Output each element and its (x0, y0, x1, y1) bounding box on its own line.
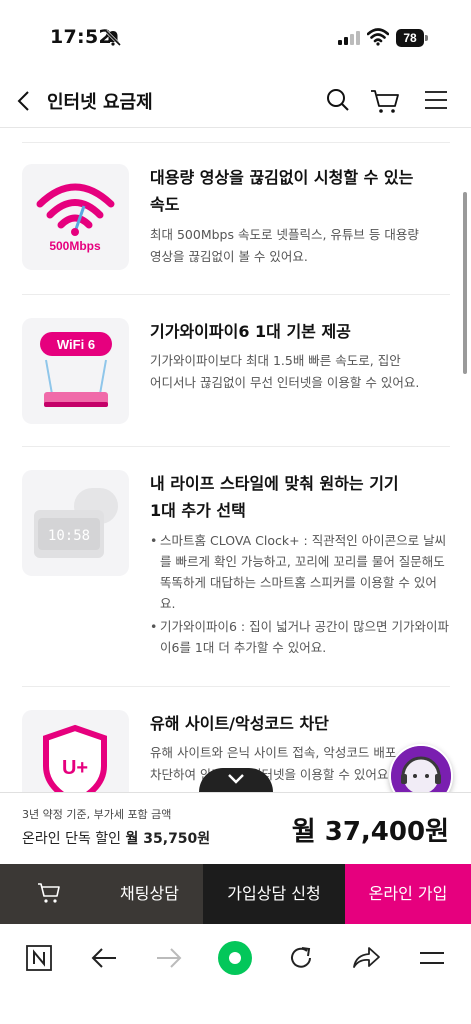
battery-icon: 78 (396, 29, 428, 47)
signal-icon (338, 31, 360, 45)
divider (22, 446, 450, 447)
status-bar: 17:52 78 (0, 0, 471, 76)
collapse-button[interactable] (199, 768, 273, 792)
wifi6-label: WiFi 6 (57, 337, 95, 352)
apply-consult-button[interactable]: 가입상담 신청 (203, 864, 345, 924)
battery-level: 78 (396, 29, 424, 47)
total-price: 월 37,400원 (291, 817, 449, 847)
arrow-left-icon[interactable] (88, 942, 120, 974)
feature-desc: 기가와이파이보다 최대 1.5배 빠른 속도로, 집안 어디서나 끊김없이 무선… (150, 353, 420, 390)
feature-title: 기가와이파이6 1대 기본 제공 (150, 322, 351, 341)
feature-title: 유해 사이트/악성코드 차단 (150, 714, 329, 733)
scrollbar[interactable] (463, 192, 467, 374)
page-header: 인터넷 요금제 (0, 76, 471, 128)
wifi-icon (367, 28, 389, 46)
clock-display: 10:58 (48, 528, 90, 544)
discount-label: 온라인 단독 할인 (22, 831, 122, 847)
feature-bullets: 스마트홈 CLOVA Clock+ : 직관적인 아이콘으로 날씨를 빠르게 확… (150, 530, 450, 660)
divider (22, 294, 450, 295)
feature-desc: 최대 500Mbps 속도로 넷플릭스, 유튜브 등 대용량 영상을 끊김없이 … (150, 227, 419, 264)
status-time: 17:52 (50, 26, 112, 48)
arrow-right-icon[interactable] (153, 942, 185, 974)
back-icon[interactable] (14, 89, 36, 113)
home-dot-icon[interactable] (217, 940, 253, 976)
browser-toolbar (0, 924, 471, 1024)
price-summary: 3년 약정 기준, 부가세 포함 금액 온라인 단독 할인 월 35,750원 … (0, 792, 471, 864)
divider (22, 142, 450, 143)
price-note: 3년 약정 기준, 부가세 포함 금액 (22, 808, 172, 821)
shield-image: U+ (22, 710, 129, 792)
online-signup-button[interactable]: 온라인 가입 (345, 864, 471, 924)
search-icon[interactable] (326, 88, 350, 112)
bullet-item: 기가와이파이6 : 집이 넓거나 공간이 많으면 기가와이파이6를 1대 더 추… (150, 616, 450, 658)
router-image: WiFi 6 (22, 318, 129, 424)
chevron-down-icon (228, 774, 244, 784)
hamburger-icon[interactable] (416, 942, 448, 974)
feature-list[interactable]: 500Mbps 대용량 영상을 끊김없이 시청할 수 있는 속도 최대 500M… (0, 130, 471, 792)
discount-line: 온라인 단독 할인 월 35,750원 (22, 828, 210, 848)
naver-icon[interactable] (23, 942, 55, 974)
bell-off-icon (104, 29, 122, 47)
cart-icon (38, 883, 60, 903)
cart-icon[interactable] (370, 88, 400, 114)
action-bar: 채팅상담 가입상담 신청 온라인 가입 (0, 864, 471, 924)
cart-button[interactable] (0, 864, 96, 924)
speed-label: 500Mbps (49, 239, 101, 253)
bullet-item: 스마트홈 CLOVA Clock+ : 직관적인 아이콘으로 날씨를 빠르게 확… (150, 530, 450, 614)
feature-title: 대용량 영상을 끊김없이 시청할 수 있는 속도 (150, 168, 414, 214)
chat-consult-button[interactable]: 채팅상담 (96, 864, 203, 924)
discount-value: 월 35,750원 (125, 831, 211, 847)
divider (22, 686, 450, 687)
shield-label: U+ (62, 757, 88, 779)
page-title: 인터넷 요금제 (47, 92, 153, 113)
menu-icon[interactable] (425, 90, 447, 110)
feature-title: 내 라이프 스타일에 맞춰 원하는 기기 1대 추가 선택 (150, 474, 399, 520)
clock-image: 10:58 (22, 470, 129, 576)
share-icon[interactable] (350, 942, 382, 974)
refresh-icon[interactable] (285, 942, 317, 974)
speed-image: 500Mbps (22, 164, 129, 270)
